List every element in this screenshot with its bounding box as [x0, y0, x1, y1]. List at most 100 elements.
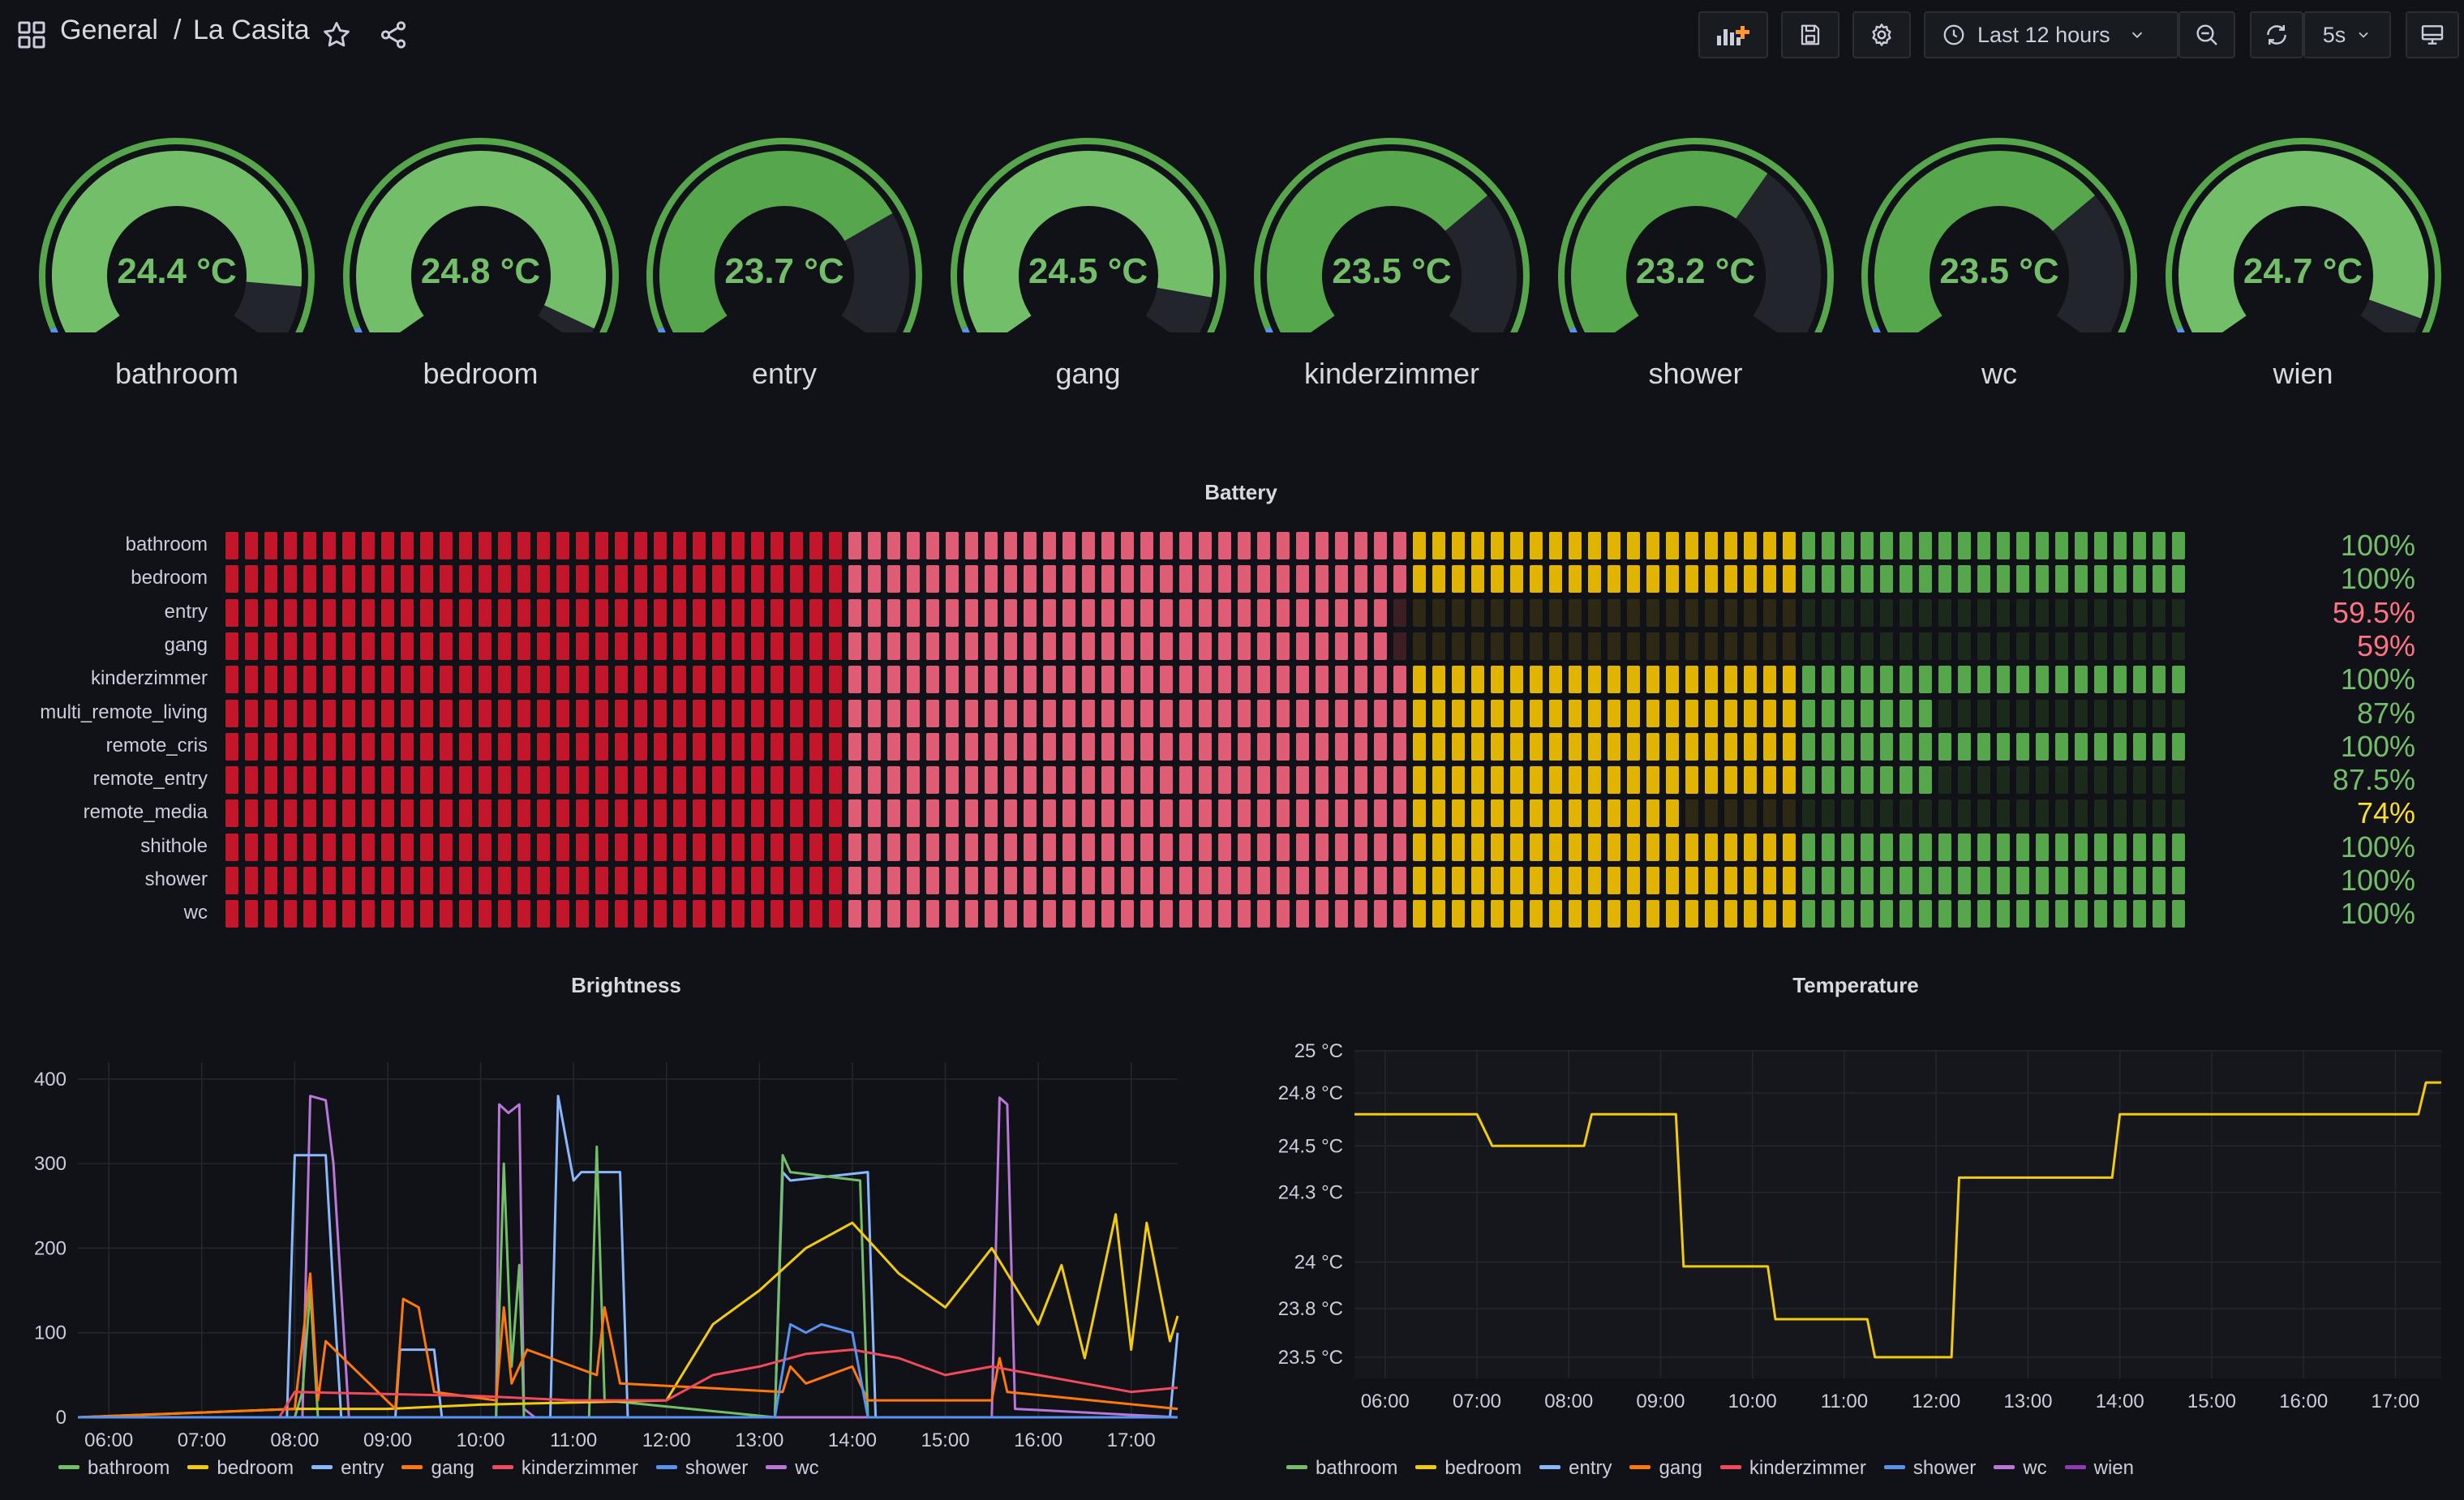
x-tick-label: 14:00: [2096, 1391, 2144, 1412]
x-tick-label: 07:00: [178, 1429, 226, 1451]
share-icon[interactable]: [378, 19, 409, 54]
battery-row-value: 100%: [2340, 529, 2415, 562]
legend-item-shower[interactable]: shower: [655, 1457, 749, 1480]
legend-label: shower: [685, 1457, 749, 1479]
gauge-bedroom: 24.8 °C bedroom: [335, 122, 627, 397]
legend-swatch: [1883, 1465, 1905, 1470]
gauge-arc: [39, 138, 315, 332]
chevron-down-icon: [2359, 32, 2368, 38]
battery-row-label: remote_cris: [105, 734, 208, 756]
battery-row-value: 87%: [2356, 696, 2415, 730]
temperature-chart: 25 °C 24.8 °C 24.5 °C 24.3 °C 24 °C 23.8 °C 23…: [1278, 1040, 2441, 1412]
legend-item-bathroom[interactable]: bathroom: [58, 1457, 170, 1480]
gauge-wc: 23.5 °C wc: [1853, 122, 2145, 397]
battery-row-gang: gang 59%: [0, 629, 2464, 662]
battery-bar: [225, 732, 2188, 761]
y-tick-label: 24.8 °C: [1278, 1082, 1343, 1104]
battery-row-value: 59.5%: [2332, 595, 2415, 629]
x-tick-label: 08:00: [270, 1429, 319, 1451]
save-dashboard-button[interactable]: [1781, 11, 1839, 58]
tv-mode-button[interactable]: [2406, 11, 2459, 58]
legend-swatch: [1286, 1465, 1307, 1470]
dashboard-settings-button[interactable]: [1852, 11, 1911, 58]
battery-row-multi_remote_living: multi_remote_living 87%: [0, 696, 2464, 730]
time-range-picker[interactable]: Last 12 hours: [1924, 11, 2179, 58]
battery-row-label: remote_media: [83, 801, 208, 824]
battery-row-label: bedroom: [131, 567, 208, 589]
battery-bar: [225, 532, 2188, 559]
gauge-label: bedroom: [423, 357, 539, 390]
gauge-wien: 24.7 °C wien: [2157, 122, 2449, 397]
battery-row-bedroom: bedroom 100%: [0, 562, 2464, 596]
battery-row-label: gang: [164, 633, 208, 656]
zoom-out-button[interactable]: [2179, 11, 2235, 58]
gauge-value: 23.2 °C: [1635, 251, 1756, 291]
battery-row-value: 100%: [2340, 729, 2415, 763]
battery-bar: [225, 833, 2188, 861]
gauge-label: shower: [1648, 357, 1743, 390]
monitor-icon: [2421, 25, 2444, 45]
battery-row-label: entry: [164, 600, 208, 623]
battery-row-value: 100%: [2340, 562, 2415, 596]
y-tick-label: 24.5 °C: [1278, 1135, 1343, 1157]
x-tick-label: 15:00: [921, 1429, 969, 1451]
battery-panel-title: Battery: [1204, 480, 1277, 504]
x-tick-label: 17:00: [2371, 1391, 2419, 1412]
legend-swatch: [766, 1465, 788, 1470]
refresh-interval-label: 5s: [2322, 22, 2346, 47]
battery-row-entry: entry 59.5%: [0, 595, 2464, 629]
breadcrumb-separator: /: [174, 15, 182, 45]
gauge-gang: 24.5 °C gang: [942, 122, 1234, 397]
star-icon[interactable]: [321, 19, 352, 54]
legend-item-entry[interactable]: entry: [311, 1457, 384, 1480]
legend-swatch: [401, 1465, 423, 1470]
gauge-label: bathroom: [114, 357, 239, 390]
gauge-label: kinderzimmer: [1303, 357, 1480, 390]
battery-row-wc: wc 100%: [0, 897, 2464, 930]
gauge-value: 24.8 °C: [420, 251, 541, 291]
refresh-icon: [2267, 25, 2286, 45]
x-tick-label: 12:00: [642, 1429, 691, 1451]
battery-row-value: 74%: [2356, 796, 2415, 830]
legend-item-entry[interactable]: entry: [1539, 1457, 1612, 1480]
legend-item-kinderzimmer[interactable]: kinderzimmer: [492, 1457, 638, 1480]
battery-bar: [225, 565, 2188, 594]
legend-item-bedroom[interactable]: bedroom: [187, 1457, 294, 1480]
legend-label: bedroom: [217, 1457, 294, 1479]
legend-swatch: [1539, 1465, 1561, 1470]
gauge-value: 23.5 °C: [1332, 251, 1452, 291]
legend-item-bedroom[interactable]: bedroom: [1415, 1457, 1522, 1480]
battery-row-shower: shower 100%: [0, 864, 2464, 897]
battery-row-label: remote_entry: [92, 768, 208, 791]
time-range-label: Last 12 hours: [1977, 22, 2110, 47]
gauge-arc: [950, 138, 1226, 332]
legend-item-wc[interactable]: wc: [766, 1457, 819, 1480]
battery-row-bathroom: bathroom 100%: [0, 529, 2464, 562]
battery-bar: [225, 666, 2188, 694]
refresh-button[interactable]: [2250, 11, 2303, 58]
gauge-label: wien: [2273, 357, 2333, 390]
x-tick-label: 14:00: [828, 1429, 877, 1451]
y-tick-label: 100: [34, 1322, 67, 1344]
gauge-value: 24.5 °C: [1028, 251, 1148, 291]
legend-item-bathroom[interactable]: bathroom: [1286, 1457, 1397, 1480]
breadcrumb-folder[interactable]: General: [60, 15, 158, 46]
x-tick-label: 07:00: [1453, 1391, 1501, 1412]
legend-item-shower[interactable]: shower: [1883, 1457, 1976, 1480]
legend-item-wc[interactable]: wc: [1994, 1457, 2047, 1480]
dashboard-title[interactable]: La Casita: [193, 15, 310, 46]
refresh-interval-picker[interactable]: 5s: [2303, 11, 2391, 58]
legend-swatch: [655, 1465, 677, 1470]
battery-row-label: wc: [183, 902, 208, 924]
dashboards-grid-icon[interactable]: [18, 21, 45, 53]
legend-item-wien[interactable]: wien: [2064, 1457, 2134, 1480]
legend-item-kinderzimmer[interactable]: kinderzimmer: [1719, 1457, 1866, 1480]
series-line-wc: [78, 1095, 1178, 1419]
y-tick-label: 200: [34, 1237, 67, 1259]
legend-item-gang[interactable]: gang: [401, 1457, 474, 1480]
temperature-legend: bathroom bedroom entry gang kinderzimmer show…: [1286, 1457, 2152, 1480]
x-tick-label: 15:00: [2187, 1391, 2236, 1412]
add-panel-button[interactable]: [1698, 11, 1768, 58]
legend-item-gang[interactable]: gang: [1629, 1457, 1702, 1480]
gear-icon: [1872, 24, 1891, 46]
